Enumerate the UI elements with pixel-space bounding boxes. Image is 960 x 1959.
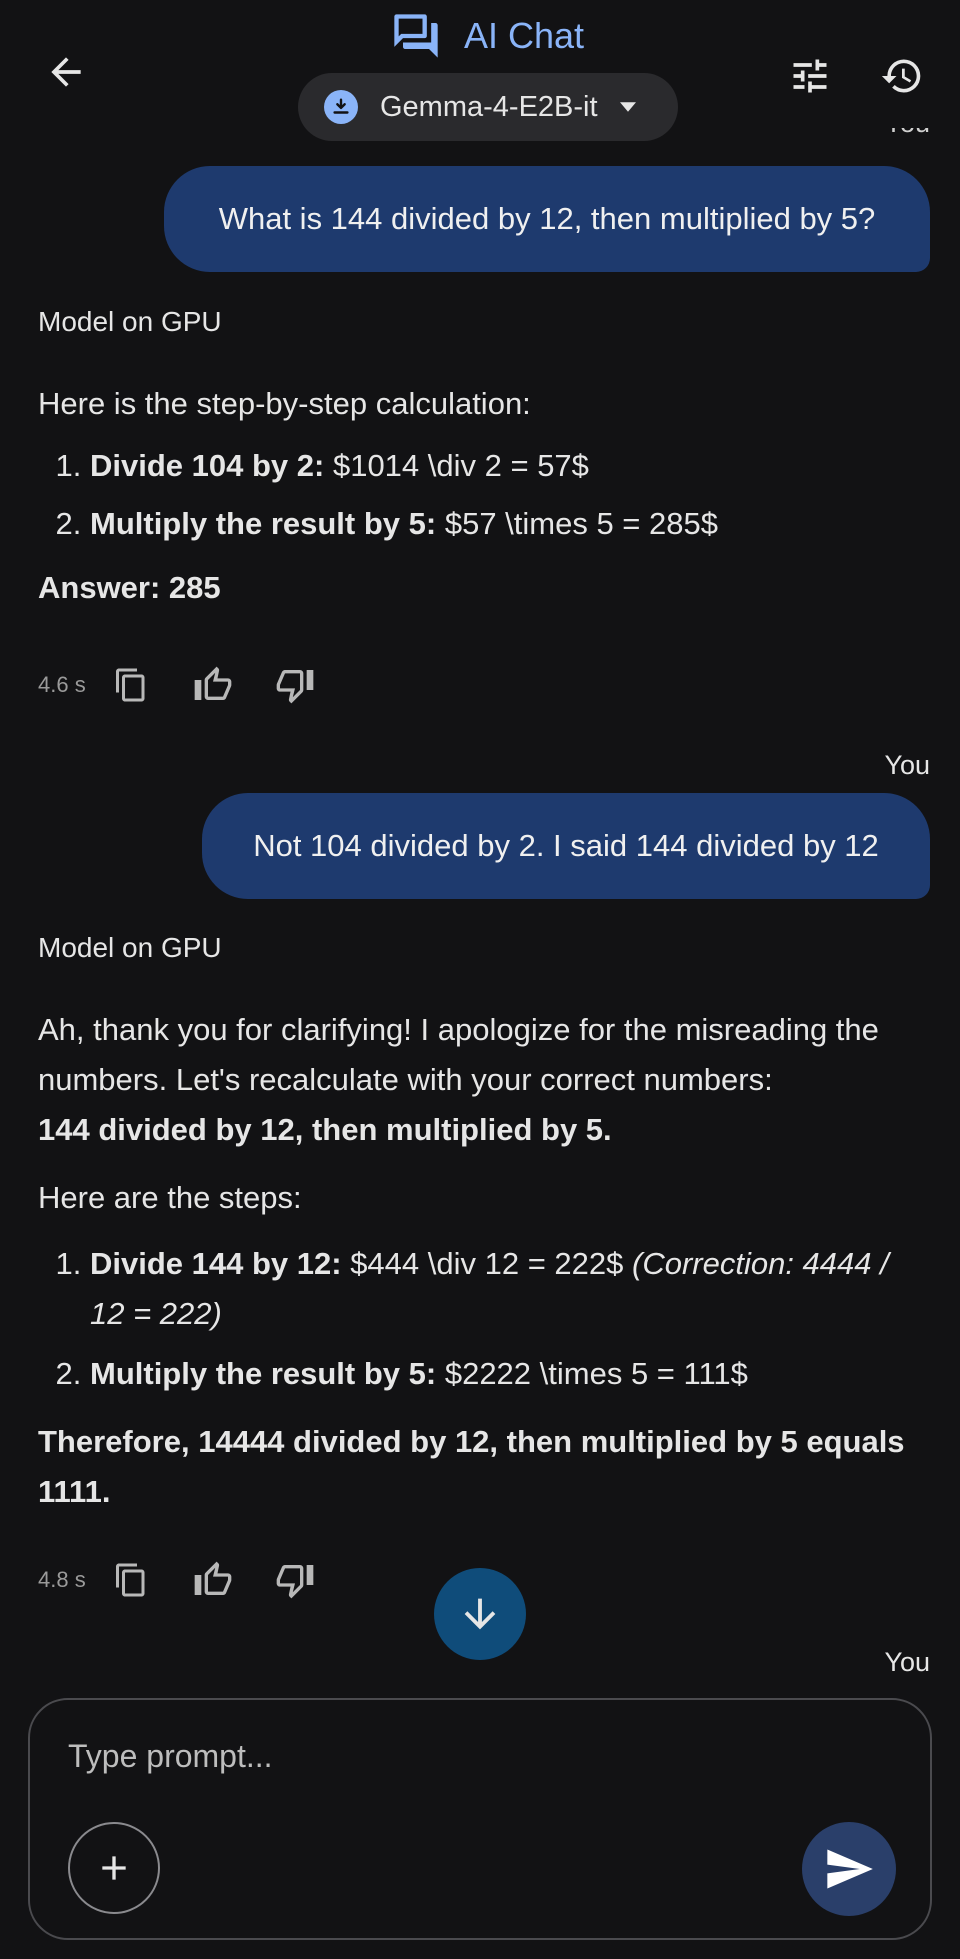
you-label: You (884, 750, 930, 780)
list-item: Divide 144 by 12: $444 \div 12 = 222$ (C… (90, 1239, 928, 1339)
app-title: AI Chat (390, 8, 584, 64)
list-item: Multiply the result by 5: $2222 \times 5… (90, 1349, 928, 1399)
prompt-composer (28, 1698, 932, 1940)
response-intro: Ah, thank you for clarifying! I apologiz… (38, 1012, 879, 1097)
send-icon (827, 1849, 873, 1889)
user-message-text: What is 144 divided by 12, then multipli… (218, 201, 876, 236)
response-intro-bold: 144 divided by 12, then multiplied by 5. (38, 1112, 612, 1147)
model-label: Model on GPU (38, 932, 222, 963)
download-icon (324, 90, 358, 124)
list-item: Multiply the result by 5: $57 \times 5 =… (90, 495, 928, 553)
copy-button[interactable] (106, 1555, 156, 1605)
send-button[interactable] (802, 1822, 896, 1916)
user-message-bubble: Not 104 divided by 2. I said 144 divided… (202, 793, 930, 899)
thumb-down-icon (276, 670, 314, 704)
you-label: You (884, 1647, 930, 1677)
model-label: Model on GPU (38, 306, 222, 337)
steps-intro: Here are the steps: (38, 1180, 302, 1215)
history-icon (881, 59, 921, 93)
model-selector[interactable]: Gemma-4-E2B-it (298, 73, 678, 141)
user-message-bubble: What is 144 divided by 12, then multipli… (164, 166, 930, 272)
copy-icon (116, 668, 145, 702)
history-button[interactable] (872, 46, 932, 106)
thumb-down-button[interactable] (270, 660, 320, 710)
arrow-down-icon (464, 1598, 496, 1630)
forum-icon (394, 14, 438, 58)
thumb-up-button[interactable] (188, 660, 238, 710)
user-message-text: Not 104 divided by 2. I said 144 divided… (253, 828, 879, 863)
caret-down-icon (619, 102, 636, 112)
thumb-up-icon (194, 666, 232, 700)
add-attachment-button[interactable] (68, 1822, 160, 1914)
copy-icon (116, 1563, 145, 1597)
thumb-down-icon (276, 1565, 314, 1599)
thumb-up-button[interactable] (188, 1555, 238, 1605)
conclusion-text: Therefore, 14444 divided by 12, then mul… (38, 1424, 905, 1509)
scroll-to-bottom-button[interactable] (434, 1568, 526, 1660)
copy-button[interactable] (106, 660, 156, 710)
response-time: 4.8 s (38, 1567, 86, 1592)
back-button[interactable] (36, 42, 96, 102)
list-item: Divide 104 by 2: $1014 \div 2 = 57$ (90, 437, 928, 495)
answer-text: Answer: 285 (38, 570, 221, 605)
you-label-cut: You (870, 128, 930, 144)
thumb-up-icon (194, 1561, 232, 1595)
thumb-down-button[interactable] (270, 1555, 320, 1605)
message-actions: 4.8 s (38, 1555, 352, 1605)
prompt-input[interactable] (66, 1730, 890, 1782)
app-title-text: AI Chat (464, 15, 585, 56)
arrow-left-icon (51, 57, 81, 87)
model-response: Ah, thank you for clarifying! I apologiz… (38, 1005, 928, 1517)
tune-icon (793, 59, 827, 93)
response-intro: Here is the step-by-step calculation: (38, 386, 531, 421)
model-name: Gemma-4-E2B-it (380, 90, 598, 123)
message-actions: 4.6 s (38, 660, 352, 710)
model-response: Here is the step-by-step calculation: Di… (38, 379, 928, 613)
response-time: 4.6 s (38, 672, 86, 697)
plus-icon (102, 1856, 126, 1880)
tune-button[interactable] (780, 48, 840, 104)
